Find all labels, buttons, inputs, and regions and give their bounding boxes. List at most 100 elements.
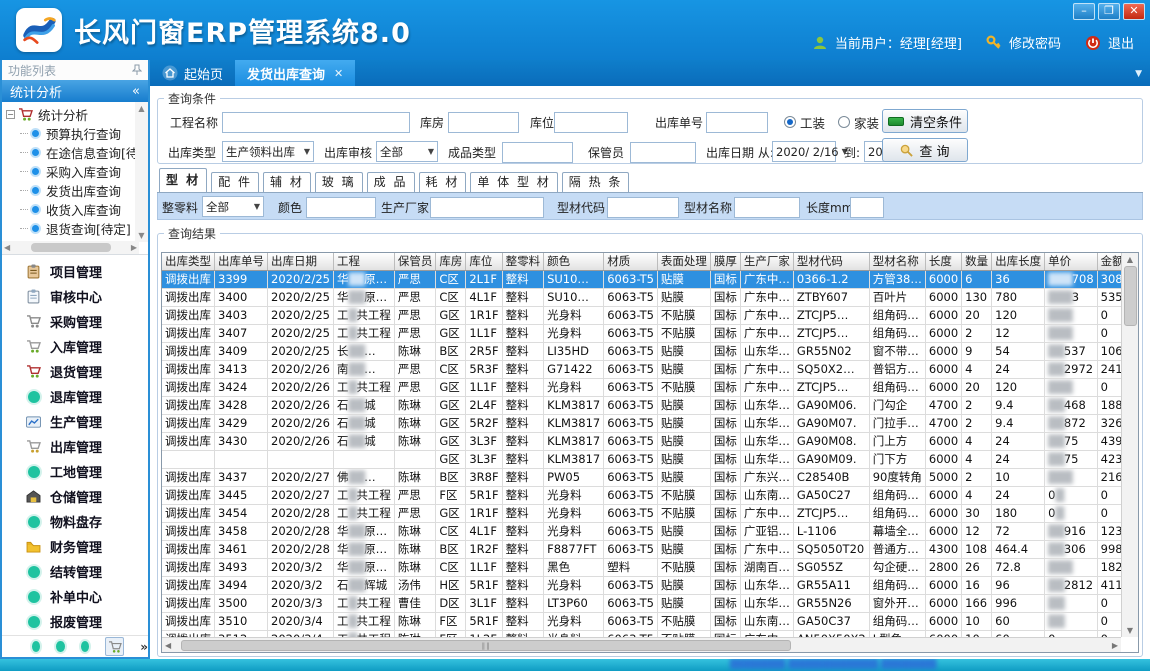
tree-item-预算执行查询[interactable]: 预算执行查询 <box>6 124 148 143</box>
radio-gongzhuang[interactable]: 工装 <box>784 111 825 133</box>
sidebar-item-生产管理[interactable]: 生产管理 <box>2 409 148 434</box>
material-tab-配件[interactable]: 配 件 <box>211 172 259 192</box>
sidebar-item-审核中心[interactable]: 审核中心 <box>2 284 148 309</box>
column-header-长度[interactable]: 长度 <box>925 253 961 270</box>
close-button[interactable]: ✕ <box>1123 3 1145 20</box>
column-header-生产厂家[interactable]: 生产厂家 <box>740 253 793 270</box>
table-row[interactable]: 调拨出库34582020/2/28华██原…陈琳C区4L1F整料光身料6063-… <box>162 522 1121 540</box>
sidebar-item-退货管理[interactable]: 退货管理 <box>2 359 148 384</box>
project-name-input[interactable] <box>222 112 410 133</box>
column-header-金额[interactable]: 金额 <box>1097 253 1121 270</box>
table-row[interactable]: 调拨出库34092020/2/25长██…陈琳B区2R5F整料LI35HD606… <box>162 342 1121 360</box>
clear-conditions-button[interactable]: 清空条件 <box>882 109 968 133</box>
table-row[interactable]: 调拨出库34032020/2/25工█共工程严思G区1R1F整料光身料6063-… <box>162 306 1121 324</box>
tab-home[interactable]: 起始页 <box>150 60 235 86</box>
scroll-left-icon[interactable]: ◀ <box>165 641 171 650</box>
tab-list-caret-icon[interactable]: ▼ <box>1135 69 1142 79</box>
sidebar-item-结转管理[interactable]: 结转管理 <box>2 559 148 584</box>
material-tab-成品[interactable]: 成 品 <box>367 172 415 192</box>
column-header-单价[interactable]: 单价 <box>1045 253 1098 270</box>
column-header-颜色[interactable]: 颜色 <box>544 253 604 270</box>
grid-vertical-scrollbar[interactable]: ▲ ▼ <box>1121 253 1138 637</box>
sidebar-item-退库管理[interactable]: 退库管理 <box>2 384 148 409</box>
column-header-数量[interactable]: 数量 <box>962 253 992 270</box>
location-input[interactable] <box>554 112 628 133</box>
column-header-工程[interactable]: 工程 <box>333 253 394 270</box>
minimize-button[interactable]: – <box>1073 3 1095 20</box>
maximize-button[interactable]: ❐ <box>1098 3 1120 20</box>
sidebar-item-仓储管理[interactable]: 仓储管理 <box>2 484 148 509</box>
table-row[interactable]: 调拨出库34542020/2/28工█共工程严思G区1R1F整料光身料6063-… <box>162 504 1121 522</box>
table-row[interactable]: 调拨出库35122020/3/4工█共工程陈琳F区1L2F整料光身料6063-T… <box>162 630 1121 637</box>
warehouse-input[interactable] <box>448 112 519 133</box>
sidebar-item-报废管理[interactable]: 报废管理 <box>2 609 148 634</box>
material-tab-型材[interactable]: 型 材 <box>159 168 207 192</box>
sidebar-item-财务管理[interactable]: 财务管理 <box>2 534 148 559</box>
sidebar-item-采购管理[interactable]: 采购管理 <box>2 309 148 334</box>
tree-item-发货出库查询[interactable]: 发货出库查询 <box>6 181 148 200</box>
scroll-thumb[interactable] <box>1124 266 1137 326</box>
scroll-right-icon[interactable]: ▶ <box>1112 641 1118 650</box>
table-row[interactable]: 调拨出库34282020/2/26石██城陈琳G区2L4F整料KLM381760… <box>162 396 1121 414</box>
table-row[interactable]: 调拨出库34942020/3/2石██辉城汤伟H区5R1F整料光身料6063-T… <box>162 576 1121 594</box>
table-row[interactable]: 调拨出库34072020/2/25工█共工程严思G区1L1F整料光身料6063-… <box>162 324 1121 342</box>
material-tab-玻璃[interactable]: 玻 璃 <box>315 172 363 192</box>
cart-module-button[interactable] <box>105 637 124 656</box>
module-dot-icon[interactable] <box>56 641 64 652</box>
scroll-left-icon[interactable]: ◀ <box>4 243 10 252</box>
column-header-出库单号[interactable]: 出库单号 <box>215 253 268 270</box>
material-tab-隔热条[interactable]: 隔 热 条 <box>562 172 630 192</box>
column-header-保管员[interactable]: 保管员 <box>394 253 436 270</box>
table-row[interactable]: 调拨出库34372020/2/27佛██…陈琳B区3R8F整料PW056063-… <box>162 468 1121 486</box>
tree-root-statistics[interactable]: −统计分析 <box>6 105 148 124</box>
column-header-库房[interactable]: 库房 <box>436 253 466 270</box>
color-input[interactable] <box>306 197 376 218</box>
product-type-input[interactable] <box>502 142 573 163</box>
scroll-up-icon[interactable]: ▲ <box>138 104 144 113</box>
column-header-库位[interactable]: 库位 <box>466 253 502 270</box>
table-row[interactable]: 调拨出库34242020/2/26工█共工程严思G区1L1F整料光身料6063-… <box>162 378 1121 396</box>
module-dot-icon[interactable] <box>32 641 40 652</box>
tab-shipping-outbound-query[interactable]: 发货出库查询 ✕ <box>235 60 355 86</box>
radio-jiazhuang[interactable]: 家装 <box>838 111 879 133</box>
sidebar-item-物料盘存[interactable]: 物料盘存 <box>2 509 148 534</box>
tree-item-收货入库查询[interactable]: 收货入库查询 <box>6 200 148 219</box>
scroll-right-icon[interactable]: ▶ <box>131 243 137 252</box>
tree-item-退货查询待定[interactable]: 退货查询[待定] <box>6 219 148 238</box>
column-header-出库长度[interactable]: 出库长度 <box>992 253 1045 270</box>
scroll-down-icon[interactable]: ▼ <box>1127 626 1133 635</box>
sidebar-item-出库管理[interactable]: 出库管理 <box>2 434 148 459</box>
sidebar-section-statistics[interactable]: 统计分析 « <box>2 80 148 102</box>
column-header-表面处理[interactable]: 表面处理 <box>657 253 710 270</box>
column-header-整零料[interactable]: 整零料 <box>502 253 544 270</box>
table-row[interactable]: G区3L3F整料KLM38176063-T5贴膜国标山东华…GA90M09.门下… <box>162 450 1121 468</box>
sidebar-item-项目管理[interactable]: 项目管理 <box>2 259 148 284</box>
scroll-down-icon[interactable]: ▼ <box>138 231 144 240</box>
table-row[interactable]: 调拨出库34932020/3/2华██原…陈琳C区1L1F整料黑色塑料不贴膜国标… <box>162 558 1121 576</box>
profile-name-input[interactable] <box>734 197 800 218</box>
length-input[interactable] <box>850 197 884 218</box>
column-header-型材代码[interactable]: 型材代码 <box>793 253 869 270</box>
sidebar-item-补单中心[interactable]: 补单中心 <box>2 584 148 609</box>
audit-select[interactable]: 全部▼ <box>376 141 438 162</box>
tree-horizontal-scrollbar[interactable]: ◀▶ <box>2 241 139 254</box>
scroll-thumb[interactable] <box>31 243 111 252</box>
column-header-出库日期[interactable]: 出库日期 <box>268 253 334 270</box>
search-button[interactable]: 查 询 <box>882 138 968 162</box>
table-row[interactable]: 调拨出库35102020/3/4工█共工程陈琳F区5R1F整料光身料6063-T… <box>162 612 1121 630</box>
material-tab-单体型材[interactable]: 单 体 型 材 <box>470 172 557 192</box>
tab-close-icon[interactable]: ✕ <box>334 67 343 80</box>
outbound-type-select[interactable]: 生产领料出库▼ <box>222 141 314 162</box>
column-header-材质[interactable]: 材质 <box>604 253 658 270</box>
column-header-型材名称[interactable]: 型材名称 <box>869 253 925 270</box>
order-no-input[interactable] <box>706 112 768 133</box>
date-from-picker[interactable]: 2020/ 2/16▼ <box>772 141 836 162</box>
column-header-膜厚[interactable]: 膜厚 <box>710 253 740 270</box>
table-row[interactable]: 调拨出库35002020/3/3工█共工程曹佳D区3L1F整料LT3P60606… <box>162 594 1121 612</box>
keeper-input[interactable] <box>630 142 696 163</box>
table-row[interactable]: 调拨出库34292020/2/26石██城陈琳G区5R2F整料KLM381760… <box>162 414 1121 432</box>
profile-code-input[interactable] <box>607 197 679 218</box>
whole-part-select[interactable]: 全部▼ <box>202 196 264 217</box>
column-header-出库类型[interactable]: 出库类型 <box>162 253 215 270</box>
table-row[interactable]: 调拨出库34612020/2/28华██原…陈琳B区1R2F整料F8877FT6… <box>162 540 1121 558</box>
